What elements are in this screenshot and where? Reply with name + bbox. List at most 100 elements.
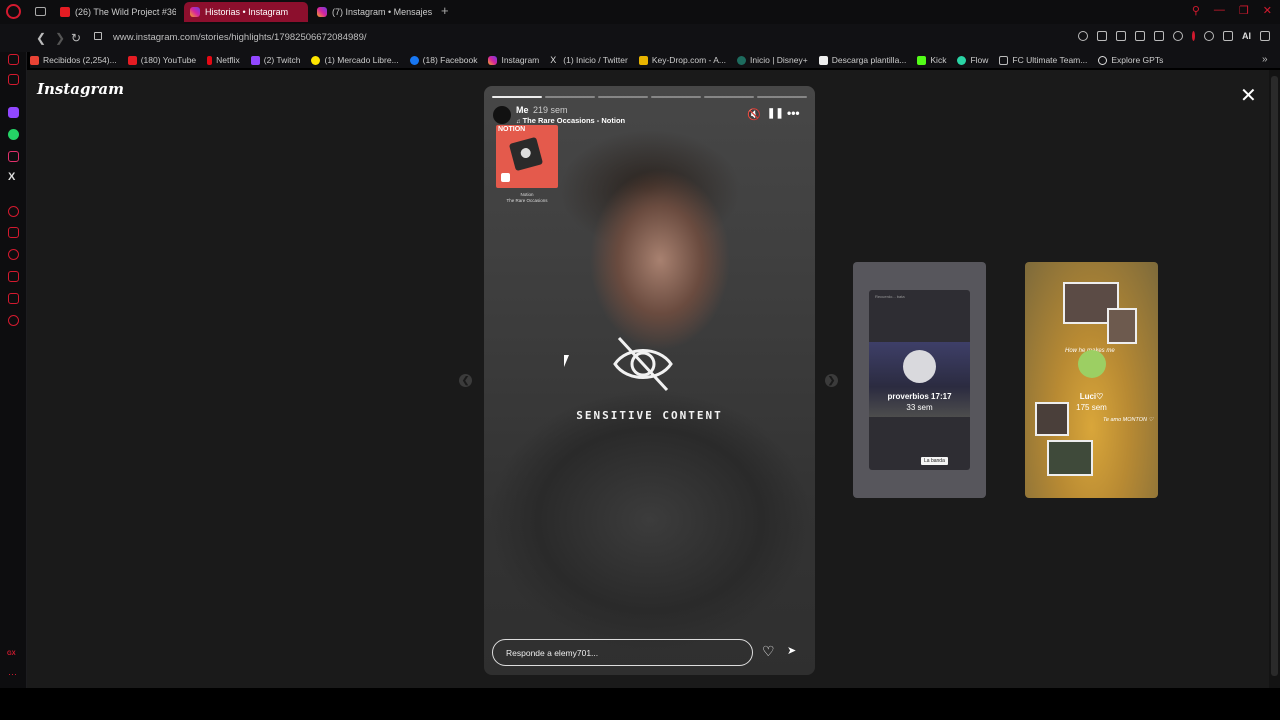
reload-icon[interactable]: ↻ <box>71 31 81 45</box>
story-progress-segment <box>598 96 648 98</box>
easy-setup-icon[interactable] <box>1260 31 1270 41</box>
youtube-icon <box>127 55 137 65</box>
url-field[interactable]: www.instagram.com/stories/highlights/179… <box>113 32 367 43</box>
bookmark-label: Recibidos (2,254)... <box>43 55 117 65</box>
preview-time: 33 sem <box>906 403 933 412</box>
opera-logo-icon[interactable] <box>6 4 21 19</box>
zoom-icon[interactable] <box>1078 31 1088 41</box>
divider-icon <box>1192 31 1195 41</box>
bookmark-youtube[interactable]: (180) YouTube <box>127 55 196 65</box>
settings-icon[interactable] <box>8 315 19 326</box>
download-icon[interactable] <box>1223 31 1233 41</box>
preview-photo <box>1107 308 1137 344</box>
bookmark-explore-gpts[interactable]: Explore GPTs <box>1098 55 1163 65</box>
search-tabs-icon[interactable]: ⚲ <box>1192 4 1200 17</box>
floppy-disk-icon <box>508 136 544 172</box>
bookmark-kick[interactable]: Kick <box>917 55 946 65</box>
bookmark-netflix[interactable]: Netflix <box>207 55 240 65</box>
music-sticker[interactable]: NOTION <box>496 125 558 188</box>
next-story-icon[interactable]: ❯ <box>825 374 838 387</box>
shield-icon[interactable] <box>1135 31 1145 41</box>
story-progress-segment <box>757 96 807 98</box>
story-preview-luci[interactable]: How he makes me Luci♡ 175 sem Te amo MON… <box>1025 262 1158 498</box>
sensitive-content-label: SENSITIVE CONTENT <box>576 409 723 422</box>
avatar[interactable] <box>493 106 511 124</box>
player-icon[interactable] <box>8 206 19 217</box>
story-time: 219 sem <box>533 105 568 115</box>
snapshot-icon[interactable] <box>1116 31 1126 41</box>
story-username[interactable]: Me <box>516 105 529 115</box>
gx-icon[interactable]: GX <box>7 651 16 657</box>
avatar <box>903 350 936 383</box>
reply-input[interactable]: Responde a elemy701... <box>492 639 753 666</box>
maximize-icon[interactable]: ❐ <box>1239 4 1249 17</box>
x-icon: X <box>550 54 557 65</box>
mute-icon[interactable]: 🔇 <box>747 108 761 121</box>
bookmark-gmail[interactable]: Recibidos (2,254)... <box>30 55 117 65</box>
minimize-icon[interactable]: — <box>1214 4 1225 17</box>
gx-corner-icon[interactable] <box>8 54 19 65</box>
tab-title: Historias • Instagram <box>205 7 289 17</box>
music-sticker-tag: NOTION <box>498 126 526 133</box>
downloads-icon[interactable] <box>8 271 19 282</box>
pin-icon[interactable] <box>1097 31 1107 41</box>
instagram-logo[interactable]: Instagram <box>37 80 124 98</box>
bookmark-label: Inicio | Disney+ <box>750 55 808 65</box>
more-options-icon[interactable]: ••• <box>787 106 800 120</box>
scroll-thumb[interactable] <box>1271 76 1278 676</box>
gmail-icon <box>30 55 39 65</box>
tab-overview-icon[interactable] <box>35 7 46 16</box>
tab-instagram-mensajes[interactable]: (7) Instagram • Mensajes <box>311 2 435 22</box>
bookmark-twitch[interactable]: (2) Twitch <box>250 55 301 65</box>
heart-icon[interactable] <box>1173 31 1183 41</box>
bookmark-fc-ultimate[interactable]: FC Ultimate Team... <box>999 55 1087 65</box>
bookmark-label: (18) Facebook <box>422 55 478 65</box>
close-story-icon[interactable]: ✕ <box>1240 86 1257 106</box>
pause-icon[interactable]: ❚❚ <box>767 108 784 119</box>
tab-historias-instagram[interactable]: Historias • Instagram <box>184 2 308 22</box>
preview-badge: La banda <box>921 457 948 465</box>
story-music[interactable]: ♫ The Rare Occasions - Notion <box>516 116 625 125</box>
page-icon <box>999 55 1009 65</box>
twitch-icon[interactable] <box>8 107 19 118</box>
bookmarks-icon[interactable] <box>8 227 19 238</box>
bookmark-instagram[interactable]: Instagram <box>488 55 539 65</box>
bookmark-facebook[interactable]: (18) Facebook <box>409 55 478 65</box>
scrollbar[interactable] <box>1269 70 1280 688</box>
bookmark-label: Key-Drop.com - A... <box>651 55 726 65</box>
mercado-libre-icon <box>311 55 321 65</box>
tab-wild-project[interactable]: (26) The Wild Project #36 <box>54 2 176 22</box>
back-icon[interactable]: ❮ <box>36 31 46 45</box>
extensions-icon[interactable] <box>8 293 19 304</box>
previous-story-icon[interactable]: ❮ <box>459 374 472 387</box>
like-icon[interactable]: ♡ <box>762 643 775 660</box>
key-drop-icon <box>638 55 648 65</box>
bookmark-disney[interactable]: Inicio | Disney+ <box>737 55 808 65</box>
kick-icon <box>917 55 927 65</box>
new-tab-icon[interactable]: + <box>441 3 449 18</box>
whatsapp-icon[interactable] <box>8 129 19 140</box>
bookmark-twitter[interactable]: X (1) Inicio / Twitter <box>550 55 628 65</box>
story-preview-proverbios[interactable]: Recuerdo... bata La banda proverbios 17:… <box>853 262 986 498</box>
forward-icon[interactable]: ❯ <box>55 31 65 45</box>
story-viewer[interactable]: Me 219 sem ♫ The Rare Occasions - Notion… <box>484 86 815 675</box>
play-icon[interactable] <box>1154 31 1164 41</box>
instagram-icon <box>190 7 200 17</box>
bookmark-label: (2) Twitch <box>263 55 301 65</box>
gx-control-icon[interactable] <box>8 74 19 85</box>
story-progress-segment <box>545 96 595 98</box>
ai-button[interactable]: AI <box>1242 31 1251 41</box>
bookmark-descarga[interactable]: Descarga plantilla... <box>818 55 906 65</box>
close-window-icon[interactable]: ✕ <box>1263 4 1272 17</box>
bookmark-mercado-libre[interactable]: (1) Mercado Libre... <box>311 55 399 65</box>
tab-title: (26) The Wild Project #36 <box>75 7 176 17</box>
instagram-icon[interactable] <box>8 151 19 162</box>
profile-icon[interactable] <box>1204 31 1214 41</box>
x-icon[interactable]: X <box>8 171 15 183</box>
bookmark-key-drop[interactable]: Key-Drop.com - A... <box>638 55 726 65</box>
history-icon[interactable] <box>8 249 19 260</box>
more-bookmarks-icon[interactable]: » <box>1262 54 1268 65</box>
send-icon[interactable]: ➤ <box>787 644 796 657</box>
sidebar-more-icon[interactable]: ⋯ <box>8 669 17 680</box>
bookmark-flow[interactable]: Flow <box>957 55 988 65</box>
